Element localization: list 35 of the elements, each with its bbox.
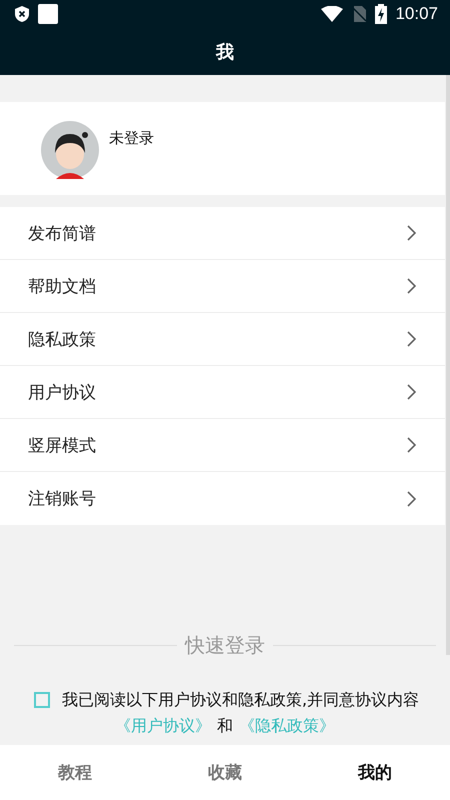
- menu-item[interactable]: 隐私政策: [0, 313, 445, 366]
- nav-tab[interactable]: 我的: [338, 753, 412, 792]
- menu-item[interactable]: 帮助文档: [0, 260, 445, 313]
- conjunction-text: 和: [217, 715, 233, 737]
- status-time: 10:07: [395, 4, 438, 24]
- battery-charging-icon: [375, 4, 388, 24]
- shield-icon: [14, 5, 30, 23]
- chevron-right-icon: [407, 331, 417, 347]
- menu-item[interactable]: 用户协议: [0, 366, 445, 419]
- menu-label: 注销账号: [28, 488, 96, 510]
- menu-label: 隐私政策: [28, 328, 96, 350]
- chevron-right-icon: [407, 437, 417, 453]
- chevron-right-icon: [407, 490, 417, 506]
- chevron-right-icon: [407, 384, 417, 400]
- no-sim-icon: [351, 6, 368, 22]
- avatar-icon: [41, 120, 99, 178]
- profile-card[interactable]: 未登录: [0, 102, 445, 195]
- login-status: 未登录: [109, 129, 154, 148]
- page-title: 我: [216, 40, 234, 64]
- menu-label: 竖屏模式: [28, 434, 96, 456]
- nav-tab[interactable]: 教程: [38, 753, 112, 792]
- agreement-text: 我已阅读以下用户协议和隐私政策,并同意协议内容: [62, 689, 420, 711]
- notification-icon: [38, 4, 58, 24]
- section-heading: 快速登录: [185, 632, 265, 659]
- menu-item[interactable]: 注销账号: [0, 472, 445, 525]
- menu-item[interactable]: 竖屏模式: [0, 419, 445, 472]
- menu-label: 发布简谱: [28, 222, 96, 244]
- chevron-right-icon: [407, 225, 417, 241]
- chevron-right-icon: [407, 278, 417, 294]
- menu-item[interactable]: 发布简谱: [0, 207, 445, 260]
- menu-label: 用户协议: [28, 382, 96, 404]
- nav-tab[interactable]: 收藏: [188, 753, 262, 792]
- wifi-icon: [321, 6, 344, 22]
- menu-label: 帮助文档: [28, 276, 96, 298]
- agree-checkbox[interactable]: [34, 692, 50, 708]
